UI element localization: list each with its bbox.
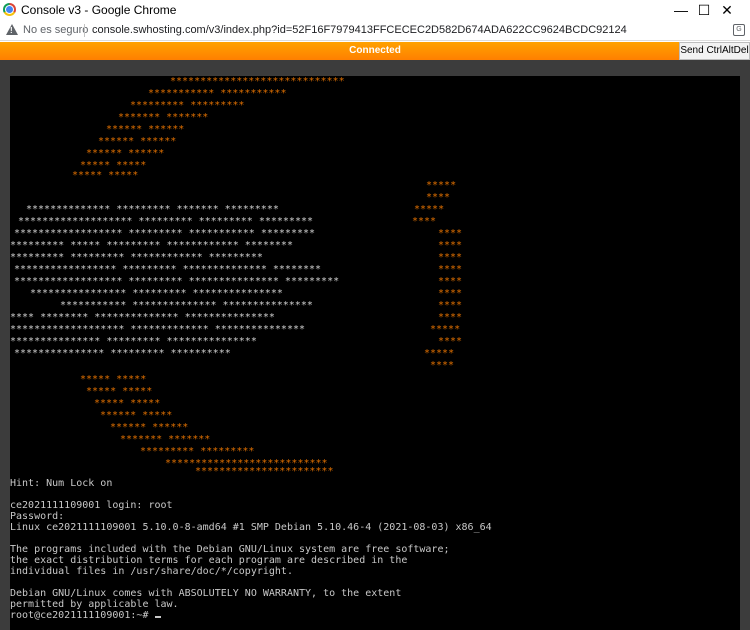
logo-orange-line: **** — [412, 216, 436, 227]
connection-status: Connected — [349, 45, 401, 56]
logo-orange-line: ***** — [424, 348, 454, 359]
logo-white-line: **************** ********* *************… — [30, 288, 283, 299]
terminal-line: The programs included with the Debian GN… — [10, 544, 450, 555]
terminal-screen[interactable]: ***************************** ***********… — [10, 76, 740, 630]
terminal-line: Debian GNU/Linux comes with ABSOLUTELY N… — [10, 588, 402, 599]
url-text[interactable]: console.swhosting.com/v3/index.php?id=52… — [92, 24, 627, 37]
logo-orange-line: *********************** — [195, 466, 333, 477]
logo-orange-line: **** — [438, 252, 462, 263]
logo-white-line: *************** ********* ********** — [14, 348, 231, 359]
logo-orange-line: ****** ***** — [100, 410, 172, 421]
logo-orange-line: ***** — [414, 204, 444, 215]
window-title-bar: Console v3 - Google Chrome — ☐ ✕ — [0, 0, 750, 20]
terminal-line: the exact distribution terms for each pr… — [10, 555, 408, 566]
close-button[interactable]: ✕ — [704, 0, 750, 20]
logo-orange-line: **** — [438, 312, 462, 323]
logo-white-line: *************** ********* **************… — [10, 336, 257, 347]
terminal-prompt[interactable]: root@ce2021111109001:~# — [10, 610, 740, 621]
logo-orange-line: **** — [438, 240, 462, 251]
logo-orange-line: ***** ***** — [80, 374, 146, 385]
logo-orange-line: ***** ***** — [72, 170, 138, 181]
terminal-line: Linux ce2021111109001 5.10.0-8-amd64 #1 … — [10, 522, 492, 533]
logo-orange-line: **** — [438, 228, 462, 239]
logo-orange-line: ****** ****** — [98, 136, 176, 147]
connection-status-bar: Connected — [0, 42, 750, 60]
address-bar[interactable]: ! No es seguro console.swhosting.com/v3/… — [0, 20, 750, 41]
logo-white-line: ***************** ********* ************… — [14, 264, 321, 275]
security-label[interactable]: No es seguro — [23, 24, 88, 37]
logo-orange-line: ****** ****** — [106, 124, 184, 135]
send-ctrl-alt-del-button[interactable]: Send CtrlAltDel — [679, 42, 750, 60]
address-separator — [84, 24, 85, 37]
terminal-line: ce2021111109001 login: root — [10, 500, 173, 511]
logo-orange-line: ***** — [426, 180, 456, 191]
debian-ascii-logo: ****************************************… — [10, 76, 462, 477]
logo-orange-line: **** — [438, 276, 462, 287]
logo-orange-line: **** — [438, 264, 462, 275]
warning-icon[interactable]: ! — [6, 24, 18, 35]
logo-white-line: **** ******** ************** ***********… — [10, 312, 275, 323]
logo-orange-line: **** — [438, 336, 462, 347]
logo-orange-line: ***** — [430, 324, 460, 335]
chrome-icon — [3, 3, 16, 16]
logo-orange-line: ********* ********* — [130, 100, 244, 111]
prompt-text: root@ce2021111109001:~# — [10, 610, 155, 621]
logo-orange-line: **** — [438, 288, 462, 299]
logo-orange-line: ***************************** — [170, 76, 345, 87]
text-cursor — [154, 616, 161, 618]
logo-white-line: ********* ********* ************ *******… — [10, 252, 263, 263]
terminal-line: Password: — [10, 511, 65, 522]
logo-orange-line: ******* ******* — [120, 434, 210, 445]
logo-orange-line: **** — [430, 360, 454, 371]
terminal-line: individual files in /usr/share/doc/*/cop… — [10, 566, 293, 577]
logo-white-line: *********** ************** *************… — [60, 300, 313, 311]
logo-orange-line: ****** ****** — [86, 148, 164, 159]
terminal-output: Hint: Num Lock on ce2021111109001 login: … — [10, 478, 740, 621]
logo-orange-line: **** — [438, 300, 462, 311]
logo-white-line: ************** ********* ******* *******… — [26, 204, 279, 215]
terminal-line: Hint: Num Lock on — [10, 478, 113, 489]
translate-icon[interactable]: G — [733, 24, 745, 36]
logo-orange-line: ***** ***** — [94, 398, 160, 409]
terminal-line: permitted by applicable law. — [10, 599, 179, 610]
logo-white-line: ******************* ************* ******… — [10, 324, 305, 335]
logo-orange-line: **** — [426, 192, 450, 203]
logo-orange-line: ***** ***** — [86, 386, 152, 397]
logo-orange-line: ********* ********* — [140, 446, 254, 457]
logo-orange-line: ******* ******* — [118, 112, 208, 123]
window-title: Console v3 - Google Chrome — [21, 3, 177, 17]
logo-orange-line: ****** ****** — [110, 422, 188, 433]
logo-orange-line: *********** *********** — [148, 88, 286, 99]
logo-white-line: ****************** ********* ***********… — [14, 228, 315, 239]
logo-white-line: ******************* ********* ********* … — [18, 216, 313, 227]
logo-white-line: ****************** ********* ***********… — [14, 276, 339, 287]
logo-white-line: ********* ***** ********* ************ *… — [10, 240, 293, 251]
